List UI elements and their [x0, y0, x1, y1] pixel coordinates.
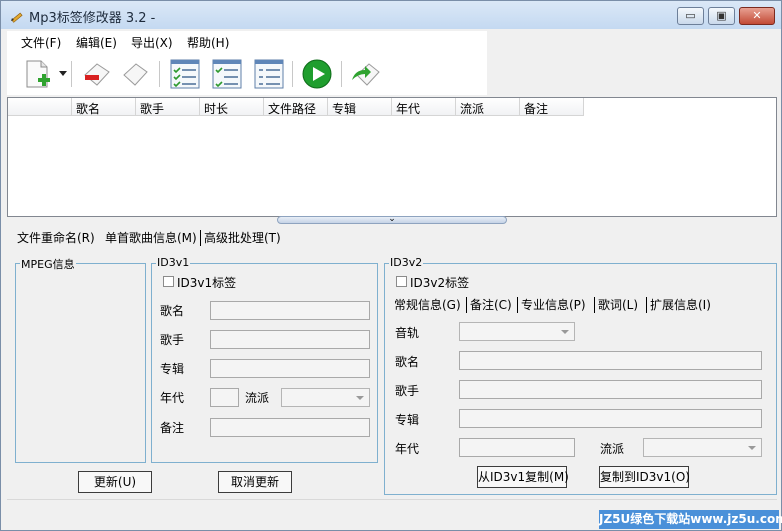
id3v1-comment-input[interactable] [210, 418, 370, 437]
column-header-checkbox[interactable] [8, 98, 72, 116]
id3v1-title-label: 歌名 [160, 304, 185, 318]
subtab-professional[interactable]: 专业信息(P) [521, 296, 586, 313]
tab-single-song[interactable]: 单首歌曲信息(M) [105, 229, 197, 246]
check-all-icon[interactable] [169, 58, 201, 90]
id3v2-album-input[interactable] [459, 409, 762, 428]
tab-separator [594, 297, 595, 313]
id3v2-year-label: 年代 [395, 442, 420, 456]
tab-rename[interactable]: 文件重命名(R) [17, 229, 95, 246]
tab-separator [646, 297, 647, 313]
subtab-comment[interactable]: 备注(C) [470, 296, 512, 313]
id3v1-album-label: 专辑 [160, 362, 185, 376]
clear-list-icon[interactable] [119, 58, 151, 90]
column-header-year[interactable]: 年代 [392, 98, 456, 116]
chevron-down-icon: ⌄ [388, 214, 396, 224]
export-icon[interactable] [349, 58, 381, 90]
id3v2-track-label: 音轨 [395, 326, 420, 340]
id3v1-album-input[interactable] [210, 359, 370, 378]
minimize-button[interactable]: ▭ [677, 7, 704, 25]
close-button[interactable]: ✕ [739, 7, 775, 25]
column-header-title[interactable]: 歌名 [72, 98, 136, 116]
toolbar [7, 53, 487, 95]
copy-from-id3v1-button[interactable]: 从ID3v1复制(M) [477, 466, 569, 488]
tab-batch[interactable]: 高级批处理(T) [204, 229, 281, 246]
window-title: Mp3标签修改器 3.2 - [29, 11, 156, 26]
column-header-duration[interactable]: 时长 [200, 98, 264, 116]
remove-file-icon[interactable] [81, 58, 113, 90]
id3v1-year-input[interactable] [210, 388, 239, 407]
mpeg-info-title: MPEG信息 [20, 256, 76, 272]
tab-separator [466, 297, 467, 313]
subtab-extended[interactable]: 扩展信息(I) [650, 296, 711, 313]
toolbar-separator [71, 61, 72, 87]
menu-help[interactable]: 帮助(H) [187, 34, 229, 51]
id3v1-comment-label: 备注 [160, 421, 185, 435]
id3v1-checkbox-label: ID3v1标签 [177, 276, 237, 290]
song-list[interactable]: 歌名 歌手 时长 文件路径 专辑 年代 流派 备注 [7, 97, 777, 217]
app-pencil-icon [11, 12, 23, 23]
subtab-general[interactable]: 常规信息(G) [394, 296, 461, 313]
toolbar-separator [159, 61, 160, 87]
app-window: Mp3标签修改器 3.2 - ▭ ▣ ✕ 文件(F) 编辑(E) 导出(X) 帮… [0, 0, 782, 531]
id3v2-group: ID3v2 ID3v2标签 常规信息(G) 备注(C) 专业信息(P) 歌词(L… [384, 256, 777, 495]
menu-edit[interactable]: 编辑(E) [76, 34, 117, 51]
check-selected-icon[interactable] [211, 58, 243, 90]
id3v2-genre-select[interactable] [643, 438, 762, 457]
watermark: JZ5U绿色下载站www.jz5u.com [599, 510, 782, 529]
chevron-down-icon [561, 330, 569, 334]
maximize-button[interactable]: ▣ [708, 7, 735, 25]
id3v2-checkbox-label: ID3v2标签 [410, 276, 470, 290]
menu-file[interactable]: 文件(F) [21, 34, 61, 51]
tab-separator [200, 230, 201, 246]
id3v2-title-input[interactable] [459, 351, 762, 370]
id3v2-album-label: 专辑 [395, 413, 420, 427]
id3v2-checkbox[interactable] [396, 276, 407, 287]
id3v2-title-label: 歌名 [395, 355, 420, 369]
toolbar-separator [341, 61, 342, 87]
id3v2-year-input[interactable] [459, 438, 575, 457]
id3v1-genre-label: 流派 [245, 391, 270, 405]
id3v1-artist-label: 歌手 [160, 333, 185, 347]
column-header-artist[interactable]: 歌手 [136, 98, 200, 116]
toolbar-separator [292, 61, 293, 87]
id3v1-year-label: 年代 [160, 391, 185, 405]
chevron-down-icon [748, 446, 756, 450]
column-header-album[interactable]: 专辑 [328, 98, 392, 116]
column-header-path[interactable]: 文件路径 [264, 98, 328, 116]
tab-separator [517, 297, 518, 313]
menu-export[interactable]: 导出(X) [131, 34, 173, 51]
id3v2-title: ID3v2 [389, 256, 424, 269]
id3v1-title: ID3v1 [156, 256, 191, 269]
column-header-comment[interactable]: 备注 [520, 98, 584, 116]
minimize-icon: ▭ [685, 9, 696, 22]
id3v2-artist-label: 歌手 [395, 384, 420, 398]
maximize-icon: ▣ [716, 9, 727, 22]
subtab-lyrics[interactable]: 歌词(L) [598, 296, 638, 313]
id3v2-genre-label: 流派 [600, 442, 625, 456]
id3v1-genre-select[interactable] [281, 388, 370, 407]
panel-splitter[interactable]: ⌄ [277, 214, 507, 224]
menu-bar: 文件(F) 编辑(E) 导出(X) 帮助(H) [7, 31, 487, 53]
mpeg-info-group: MPEG信息 [15, 256, 146, 463]
title-bar: Mp3标签修改器 3.2 - ▭ ▣ ✕ [1, 1, 781, 29]
cancel-update-button[interactable]: 取消更新 [218, 471, 292, 493]
id3v1-checkbox[interactable] [163, 276, 174, 287]
add-file-icon[interactable] [21, 58, 53, 90]
play-icon[interactable] [301, 58, 333, 90]
id3v2-artist-input[interactable] [459, 380, 762, 399]
update-button[interactable]: 更新(U) [78, 471, 152, 493]
chevron-down-icon [356, 396, 364, 400]
id3v2-track-select[interactable] [459, 322, 575, 341]
column-header-genre[interactable]: 流派 [456, 98, 520, 116]
id3v1-artist-input[interactable] [210, 330, 370, 349]
id3v1-group: ID3v1 ID3v1标签 歌名 歌手 专辑 年代 流派 备注 [151, 256, 378, 463]
dropdown-arrow-icon[interactable] [59, 71, 67, 77]
id3v1-title-input[interactable] [210, 301, 370, 320]
copy-to-id3v1-button[interactable]: 复制到ID3v1(O) [599, 466, 690, 488]
uncheck-all-icon[interactable] [253, 58, 285, 90]
close-icon: ✕ [752, 9, 762, 22]
